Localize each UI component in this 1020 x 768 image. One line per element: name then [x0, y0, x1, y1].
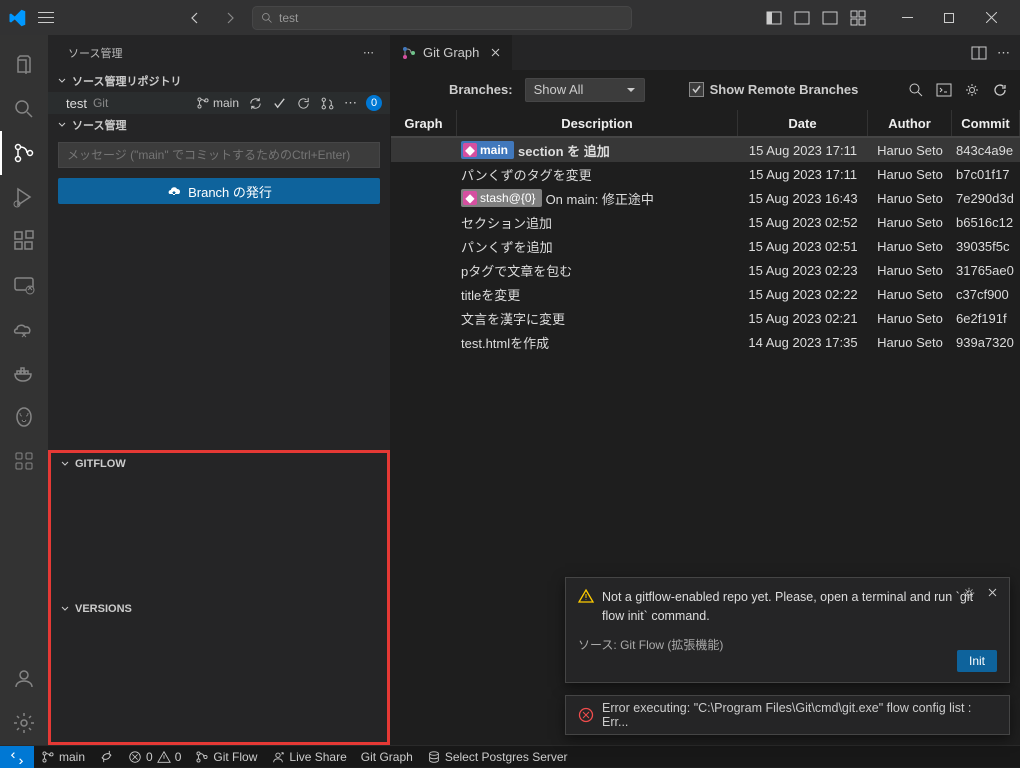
refresh-icon[interactable] — [296, 96, 311, 111]
sidebar-more-icon[interactable]: ⋯ — [363, 46, 374, 59]
repo-branch[interactable]: main — [196, 96, 239, 110]
status-branch[interactable]: main — [34, 746, 92, 768]
refresh-icon[interactable] — [992, 82, 1008, 98]
activity-search[interactable] — [0, 87, 48, 131]
menu-icon[interactable] — [38, 10, 54, 26]
notification-error: Error executing: "C:\Program Files\Git\c… — [565, 695, 1010, 735]
search-icon — [261, 12, 273, 24]
git-graph-icon — [401, 45, 417, 61]
activity-scm[interactable] — [0, 131, 48, 175]
command-center-text: test — [279, 11, 298, 25]
chevron-down-icon — [626, 85, 636, 95]
commit-row[interactable]: パンくずのタグを変更15 Aug 2023 17:11Haruo Setob7c… — [391, 162, 1020, 186]
editor-more-icon[interactable]: ⋯ — [997, 45, 1010, 61]
gear-icon[interactable] — [962, 586, 976, 600]
commit-row[interactable]: ◆stash@{0} On main: 修正途中15 Aug 2023 16:4… — [391, 186, 1020, 210]
titlebar: test — [0, 0, 1020, 35]
status-liveshare[interactable]: Live Share — [264, 746, 353, 768]
pr-icon[interactable] — [320, 96, 335, 111]
customize-layout-icon[interactable] — [846, 6, 870, 30]
search-icon[interactable] — [908, 82, 924, 98]
show-remote-checkbox[interactable]: Show Remote Branches — [689, 82, 859, 97]
sync-icon[interactable] — [248, 96, 263, 111]
activity-run[interactable] — [0, 175, 48, 219]
status-sync[interactable] — [92, 746, 121, 768]
changes-badge: 0 — [366, 95, 382, 111]
warning-icon — [578, 588, 594, 604]
git-graph-toolbar: Branches: Show All Show Remote Branches — [391, 70, 1020, 110]
statusbar: main 0 0 Git Flow Live Share Git Graph S… — [0, 745, 1020, 767]
close-icon[interactable] — [489, 46, 502, 59]
branches-label: Branches: — [449, 82, 513, 97]
commit-message-input[interactable] — [58, 142, 380, 168]
chevron-down-icon — [59, 603, 73, 615]
chevron-down-icon — [56, 75, 70, 87]
branch-tag: ◆main — [461, 141, 514, 159]
status-postgres[interactable]: Select Postgres Server — [420, 746, 575, 768]
minimize-button[interactable] — [886, 3, 928, 33]
terminal-icon[interactable] — [936, 82, 952, 98]
layout-left-icon[interactable] — [762, 6, 786, 30]
maximize-button[interactable] — [928, 3, 970, 33]
activity-azure[interactable] — [0, 307, 48, 351]
status-gitgraph[interactable]: Git Graph — [354, 746, 420, 768]
section-repos[interactable]: ソース管理リポジトリ — [48, 70, 390, 92]
branches-dropdown[interactable]: Show All — [525, 78, 645, 102]
activity-account[interactable] — [0, 657, 48, 701]
commit-row[interactable]: ◆main section を 追加15 Aug 2023 17:11Haruo… — [391, 138, 1020, 162]
publish-button[interactable]: Branch の発行 — [58, 178, 380, 204]
activity-grid[interactable] — [0, 439, 48, 483]
cloud-upload-icon — [166, 183, 182, 199]
git-table-header: Graph Description Date Author Commit — [391, 110, 1020, 138]
notification-gitflow: Not a gitflow-enabled repo yet. Please, … — [565, 577, 1010, 683]
activity-database[interactable] — [0, 395, 48, 439]
editor: Git Graph ⋯ Branches: Show All Show Remo… — [391, 35, 1020, 745]
sidebar: ソース管理 ⋯ ソース管理リポジトリ test Git main ⋯ 0 ソース… — [48, 35, 391, 745]
gear-icon[interactable] — [964, 82, 980, 98]
section-gitflow[interactable]: GITFLOW — [51, 453, 387, 475]
status-gitflow[interactable]: Git Flow — [188, 746, 264, 768]
nav-back-icon[interactable] — [184, 6, 208, 30]
layout-bottom-icon[interactable] — [790, 6, 814, 30]
activity-explorer[interactable] — [0, 43, 48, 87]
check-icon[interactable] — [272, 96, 287, 111]
activity-settings[interactable] — [0, 701, 48, 745]
command-center[interactable]: test — [252, 6, 632, 30]
repo-more-icon[interactable]: ⋯ — [344, 95, 357, 111]
split-editor-icon[interactable] — [971, 45, 987, 61]
tab-git-graph[interactable]: Git Graph — [391, 35, 513, 70]
remote-indicator[interactable] — [0, 746, 34, 768]
activity-remote[interactable] — [0, 263, 48, 307]
section-scm[interactable]: ソース管理 — [48, 114, 390, 136]
activity-docker[interactable] — [0, 351, 48, 395]
nav-forward-icon[interactable] — [218, 6, 242, 30]
activity-bar — [0, 35, 48, 745]
commit-row[interactable]: test.htmlを作成14 Aug 2023 17:35Haruo Seto9… — [391, 330, 1020, 354]
git-rows: ◆main section を 追加15 Aug 2023 17:11Haruo… — [391, 138, 1020, 354]
commit-row[interactable]: セクション追加15 Aug 2023 02:52Haruo Setob6516c… — [391, 210, 1020, 234]
layout-right-icon[interactable] — [818, 6, 842, 30]
commit-row[interactable]: titleを変更15 Aug 2023 02:22Haruo Setoc37cf… — [391, 282, 1020, 306]
sidebar-title: ソース管理 — [68, 45, 122, 61]
status-problems[interactable]: 0 0 — [121, 746, 188, 768]
close-button[interactable] — [970, 3, 1012, 33]
init-button[interactable]: Init — [957, 650, 997, 672]
vscode-logo-icon — [8, 9, 26, 27]
error-icon — [578, 707, 594, 723]
section-versions[interactable]: VERSIONS — [51, 598, 387, 620]
commit-row[interactable]: pタグで文章を包む15 Aug 2023 02:23Haruo Seto3176… — [391, 258, 1020, 282]
activity-extensions[interactable] — [0, 219, 48, 263]
chevron-down-icon — [56, 119, 70, 131]
commit-row[interactable]: 文言を漢字に変更15 Aug 2023 02:21Haruo Seto6e2f1… — [391, 306, 1020, 330]
commit-row[interactable]: パンくずを追加15 Aug 2023 02:51Haruo Seto39035f… — [391, 234, 1020, 258]
stash-tag: ◆stash@{0} — [461, 189, 542, 207]
repo-row[interactable]: test Git main ⋯ 0 — [48, 92, 390, 114]
highlight-box: GITFLOW VERSIONS — [48, 450, 390, 745]
chevron-down-icon — [59, 458, 73, 470]
close-icon[interactable] — [986, 586, 999, 600]
